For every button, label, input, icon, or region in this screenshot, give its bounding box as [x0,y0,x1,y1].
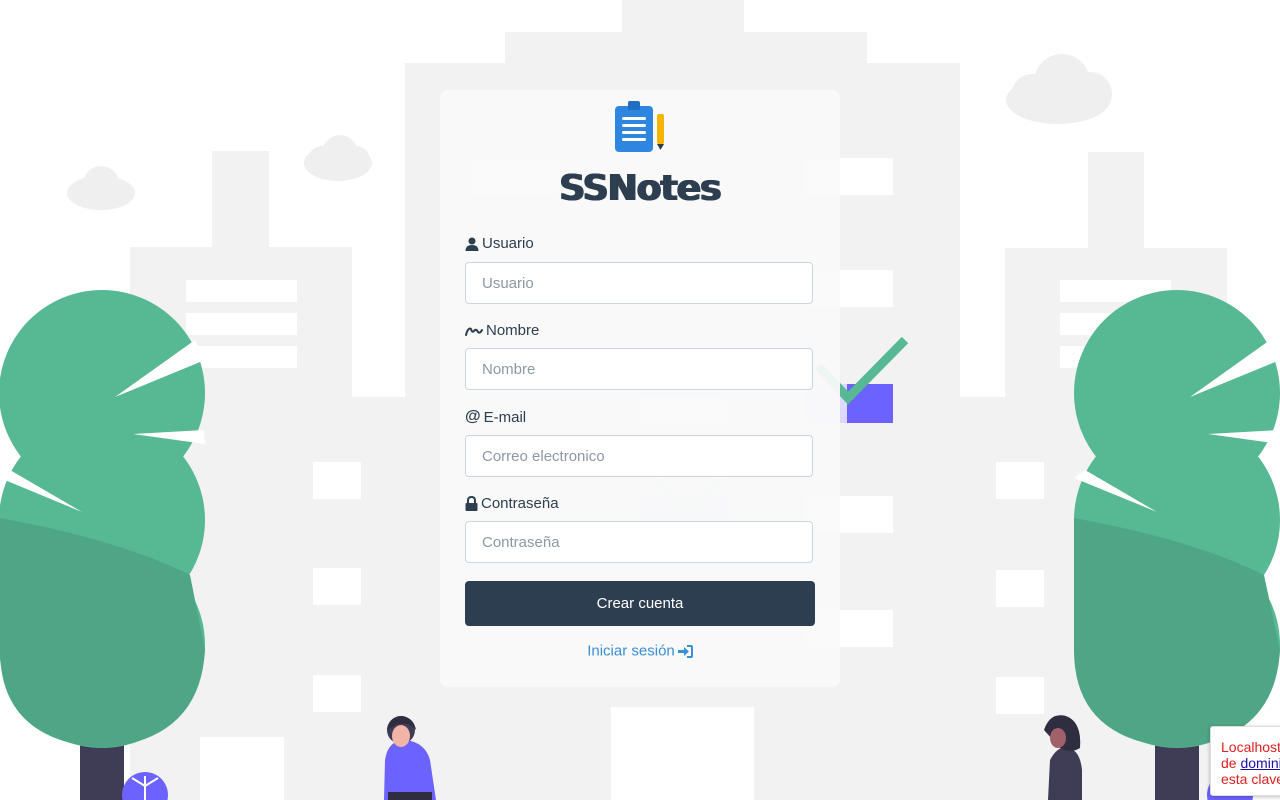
notice-line-3: esta clave [1221,771,1280,787]
sign-in-icon [677,644,693,658]
email-label: @ E-mail [465,408,526,426]
brand-title: SSNotes [559,168,721,209]
user-icon [465,237,479,251]
username-label-text: Usuario [482,235,534,252]
password-input[interactable] [465,521,813,563]
notice-domain-link[interactable]: dominio [1240,755,1280,771]
tree-illustration-right [1074,290,1280,800]
lock-icon [465,496,478,511]
email-input[interactable] [465,435,813,477]
clipboard-pencil-icon [615,101,664,152]
login-link-text: Iniciar sesión [587,642,675,660]
password-label-text: Contraseña [481,495,559,512]
login-link[interactable]: Iniciar sesión [440,642,840,660]
username-input[interactable] [465,262,813,304]
username-label: Usuario [465,235,534,252]
name-label-text: Nombre [486,322,540,339]
register-card: SSNotes Usuario Nombre @ E-mail Contrase… [440,90,840,687]
name-label: Nombre [465,322,539,339]
email-label-text: E-mail [483,408,527,426]
notice-line-2: de dominio [1221,755,1280,771]
password-label: Contraseña [465,495,559,512]
notice-line-1: Localhost [1221,739,1280,755]
signature-icon [465,327,483,336]
create-account-button[interactable]: Crear cuenta [465,581,815,626]
name-input[interactable] [465,348,813,390]
at-icon: @ [465,408,481,425]
recaptcha-error-notice: Localhost de dominio esta clave [1210,726,1280,796]
